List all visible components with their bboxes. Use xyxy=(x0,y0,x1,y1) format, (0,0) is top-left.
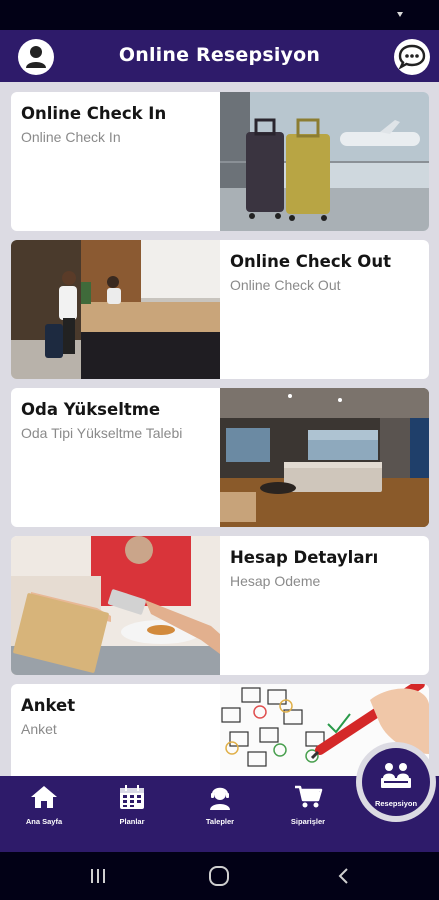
nav-label: Talepler xyxy=(205,817,235,826)
card-title: Online Check In xyxy=(21,104,167,123)
nav-item-resepsiyon[interactable]: Resepsiyon xyxy=(362,748,430,816)
nav-item-ana-sayfa[interactable]: Ana Sayfa xyxy=(12,784,76,834)
card-subtitle: Hesap Odeme xyxy=(230,573,321,589)
page-title: Online Resepsiyon xyxy=(118,44,321,66)
hotel-reception-photo xyxy=(11,240,220,379)
home-circle-icon[interactable] xyxy=(208,866,230,886)
card-subtitle: Anket xyxy=(21,721,57,737)
nav-label: Resepsiyon xyxy=(374,799,418,808)
card-online-check-in[interactable]: Online Check In Online Check In xyxy=(11,92,429,231)
nav-label: Ana Sayfa xyxy=(25,817,63,826)
cart-icon xyxy=(295,785,323,808)
card-text: Anket Anket xyxy=(11,684,220,776)
nav-label: Siparişler xyxy=(290,817,326,826)
card-title: Anket xyxy=(21,696,76,715)
nav-item-siparisler[interactable]: Siparişler xyxy=(276,784,340,834)
system-nav-bar xyxy=(0,852,439,900)
card-title: Oda Yükseltme xyxy=(21,400,161,419)
back-icon[interactable] xyxy=(334,866,354,886)
card-text: Online Check In Online Check In xyxy=(11,92,220,231)
card-subtitle: Online Check Out xyxy=(230,277,341,293)
card-text: Oda Yükseltme Oda Tipi Yükseltme Talebi xyxy=(11,388,220,527)
luggage-airport-photo xyxy=(220,92,429,231)
nav-label: Planlar xyxy=(119,817,145,826)
card-hesap-detaylari[interactable]: Hesap Detayları Hesap Odeme xyxy=(11,536,429,675)
recent-apps-icon[interactable] xyxy=(88,866,108,886)
card-title: Hesap Detayları xyxy=(230,548,379,567)
card-text: Online Check Out Online Check Out xyxy=(220,240,429,379)
card-title: Online Check Out xyxy=(230,252,391,271)
service-list: Online Check In Online Check In Online C… xyxy=(0,82,439,776)
card-subtitle: Oda Tipi Yükseltme Talebi xyxy=(21,425,183,441)
card-subtitle: Online Check In xyxy=(21,129,121,145)
home-icon xyxy=(31,786,57,808)
chat-bubble-icon[interactable] xyxy=(394,39,430,75)
reception-icon xyxy=(381,763,411,788)
hotel-room-photo xyxy=(220,388,429,527)
nav-item-talepler[interactable]: Talepler xyxy=(188,784,252,834)
nav-item-planlar[interactable]: Planlar xyxy=(100,784,164,834)
headset-icon xyxy=(210,787,230,810)
status-bar xyxy=(0,0,439,30)
calendar-icon xyxy=(120,785,144,809)
card-online-check-out[interactable]: Online Check Out Online Check Out xyxy=(11,240,429,379)
signal-icon xyxy=(397,12,403,17)
card-text: Hesap Detayları Hesap Odeme xyxy=(220,536,429,675)
card-payment-photo xyxy=(11,536,220,675)
app-bar: Online Resepsiyon xyxy=(0,30,439,82)
card-oda-yukseltme[interactable]: Oda Yükseltme Oda Tipi Yükseltme Talebi xyxy=(11,388,429,527)
